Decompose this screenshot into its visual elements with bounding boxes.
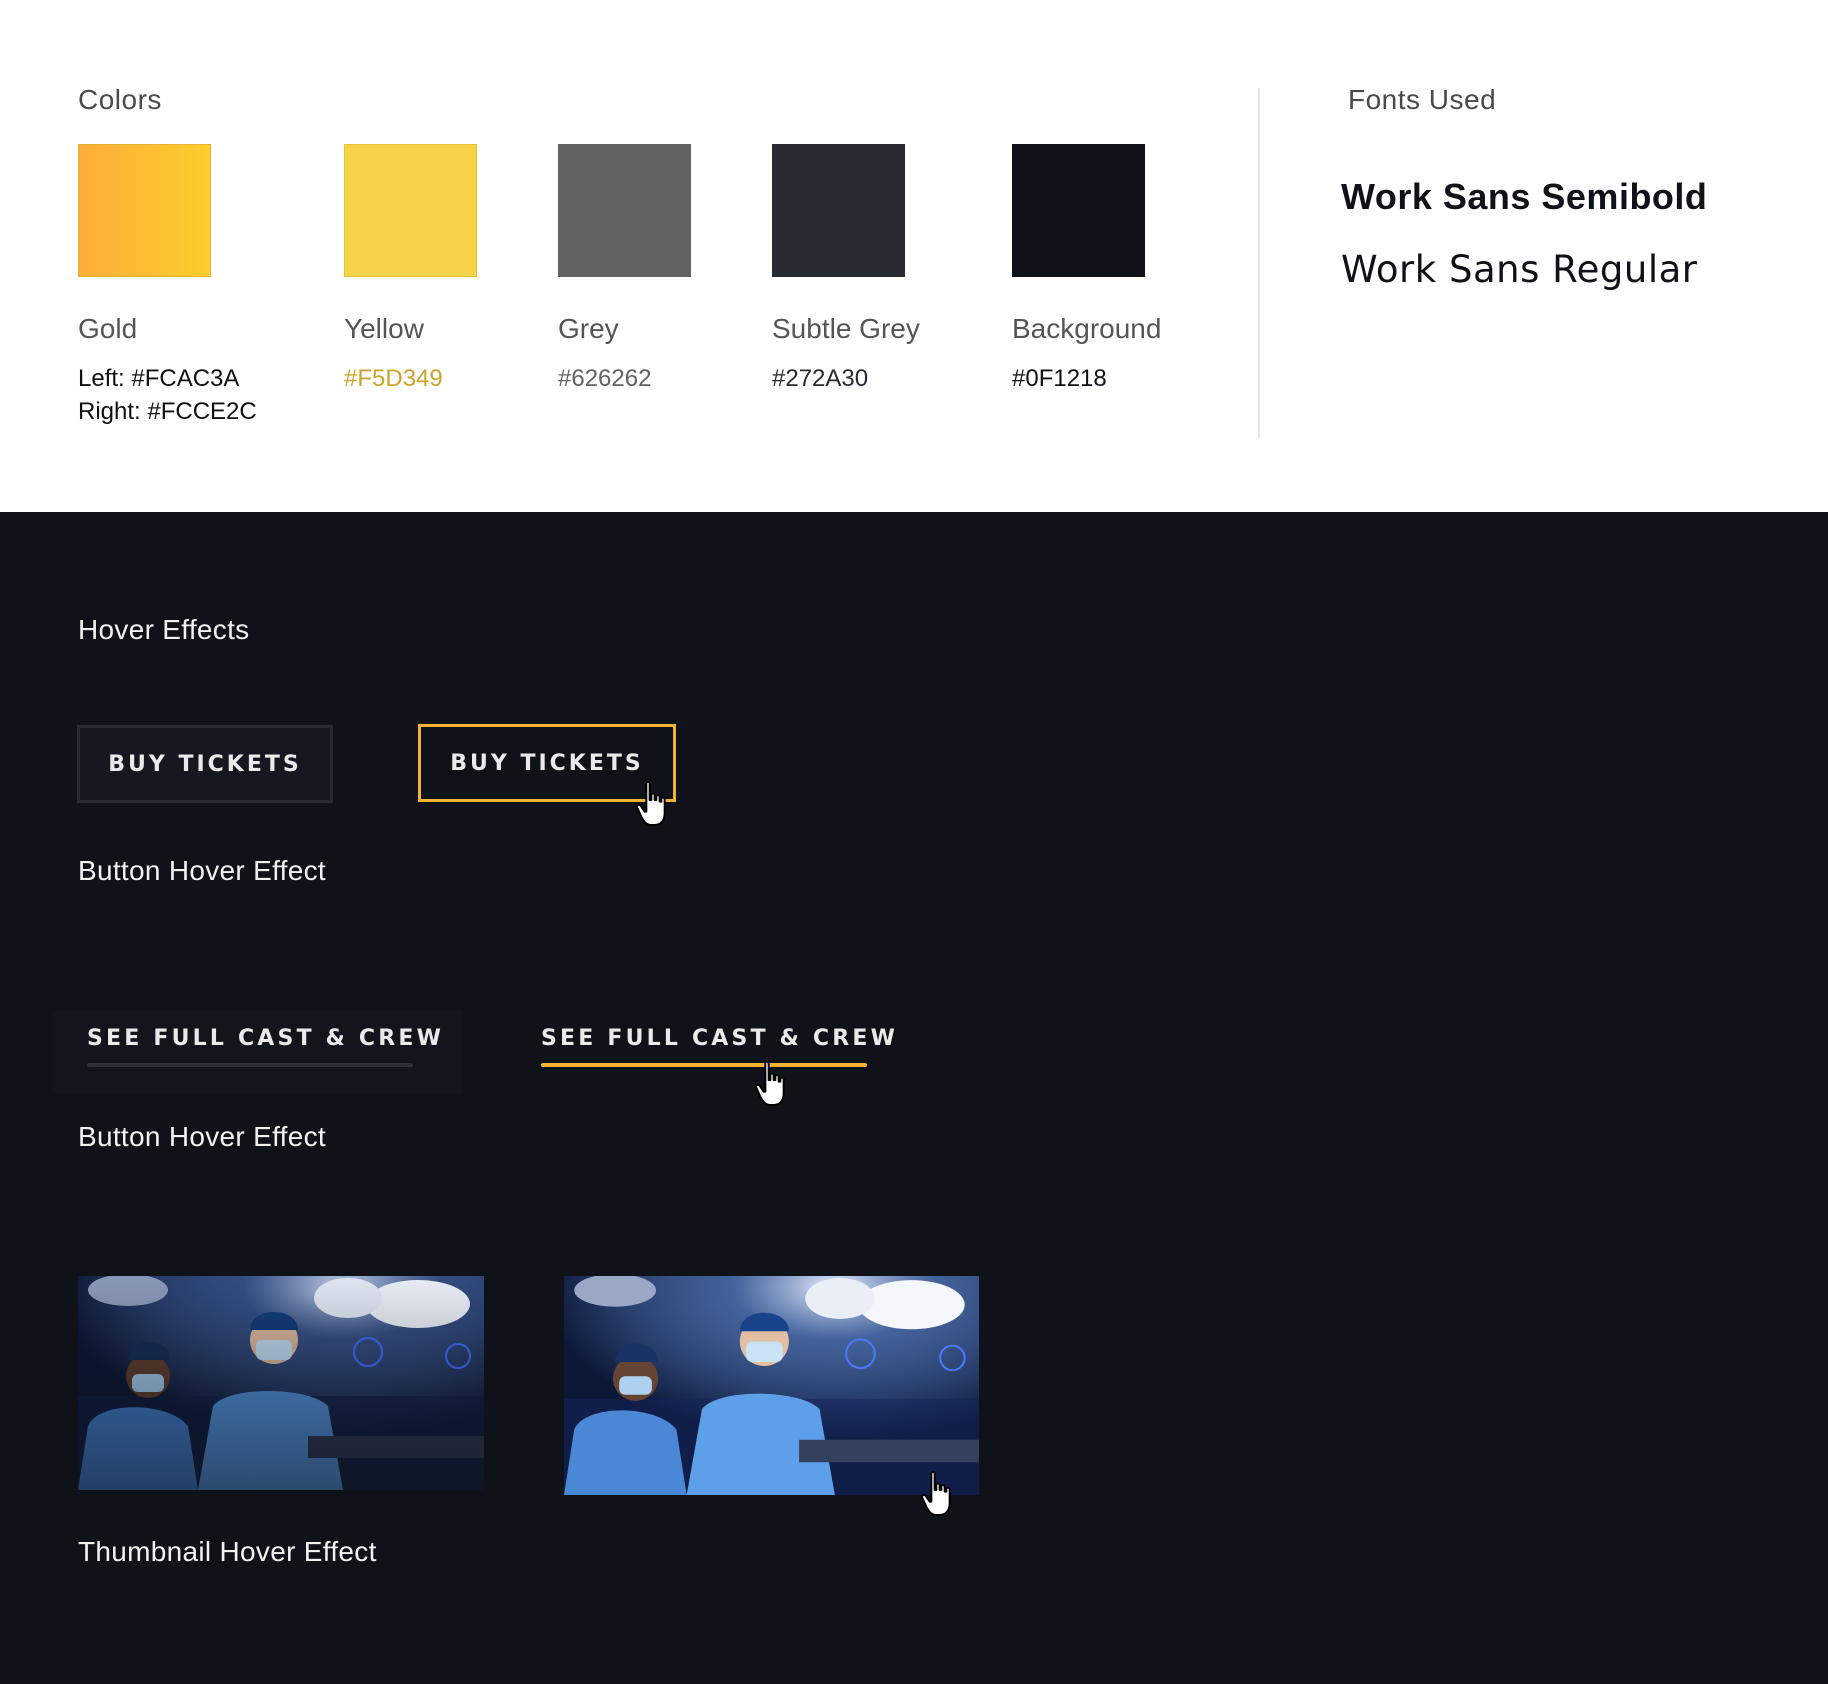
cast-link-underline-hover [541, 1063, 867, 1067]
hover-effects-section [0, 512, 1828, 1684]
buy-tickets-label-hover: BUY TICKETS [450, 750, 644, 776]
hand-cursor-icon [755, 1060, 785, 1106]
background-swatch [1012, 144, 1145, 277]
surgery-scene-image [78, 1276, 484, 1490]
yellow-name: Yellow [344, 313, 424, 344]
yellow-hex: #F5D349 [344, 365, 443, 392]
buy-tickets-label: BUY TICKETS [108, 751, 302, 777]
gold-hex-left: Left: #FCAC3A [78, 365, 240, 392]
colors-heading: Colors [78, 84, 162, 115]
section-divider [1258, 88, 1260, 438]
yellow-swatch [344, 144, 477, 277]
background-name: Background [1012, 313, 1162, 344]
style-guide-top: Colors Gold Left: #FCAC3A Right: #FCCE2C… [0, 0, 1828, 512]
subtle-grey-swatch [772, 144, 905, 277]
button-hover-caption: Button Hover Effect [78, 855, 326, 886]
surgery-scene-image [564, 1276, 979, 1495]
gold-swatch [78, 144, 211, 277]
hand-cursor-icon [636, 780, 666, 826]
grey-hex: #626262 [558, 365, 652, 392]
hand-cursor-icon [921, 1470, 951, 1516]
buy-tickets-button-default[interactable]: BUY TICKETS [77, 725, 333, 803]
link-hover-caption: Button Hover Effect [78, 1121, 326, 1152]
gold-hex-right: Right: #FCCE2C [78, 398, 257, 425]
grey-name: Grey [558, 313, 619, 344]
surgery-thumbnail-default[interactable] [78, 1276, 484, 1490]
see-full-cast-link-hover[interactable]: SEE FULL CAST & CREW [541, 1026, 898, 1051]
grey-swatch [558, 144, 691, 277]
subtle-grey-hex: #272A30 [772, 365, 869, 392]
hover-effects-heading: Hover Effects [78, 614, 250, 645]
gold-hex: Left: #FCAC3A Right: #FCCE2C [78, 362, 257, 428]
thumbnail-hover-caption: Thumbnail Hover Effect [78, 1536, 377, 1567]
gold-name: Gold [78, 313, 138, 344]
cast-link-background [52, 1010, 462, 1094]
surgery-thumbnail-hover[interactable] [564, 1276, 979, 1495]
font-sample-semibold: Work Sans Semibold [1341, 176, 1708, 217]
subtle-grey-name: Subtle Grey [772, 313, 920, 344]
background-hex: #0F1218 [1012, 365, 1107, 392]
font-sample-regular: Work Sans Regular [1341, 248, 1698, 291]
cast-link-underline-default [87, 1063, 413, 1067]
see-full-cast-link-default[interactable]: SEE FULL CAST & CREW [87, 1026, 444, 1051]
fonts-heading: Fonts Used [1348, 84, 1497, 115]
